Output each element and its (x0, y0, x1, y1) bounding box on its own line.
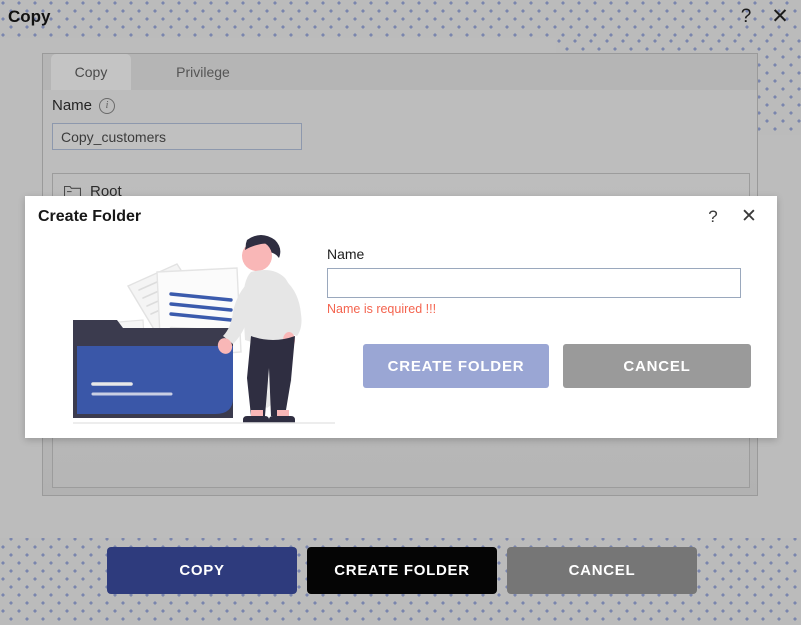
dialog-close-icon[interactable]: ✕ (737, 205, 761, 229)
tab-privilege[interactable]: Privilege (153, 54, 253, 90)
dialog-help-icon[interactable]: ? (701, 205, 725, 229)
help-icon[interactable]: ? (733, 4, 759, 30)
dialog-title: Create Folder (38, 208, 142, 225)
page-header: Copy ? ✕ (0, 0, 801, 38)
folder-name-error: Name is required !!! (327, 302, 437, 316)
create-folder-dialog: Create Folder ? ✕ Name Name is required … (25, 196, 777, 438)
name-label-row: Name i (52, 97, 116, 114)
folder-name-label: Name (327, 246, 365, 262)
page-title: Copy (8, 7, 51, 26)
tab-strip: Copy Privilege (43, 54, 757, 90)
info-icon[interactable]: i (99, 97, 116, 114)
cancel-button[interactable]: CANCEL (507, 547, 697, 594)
footer-actions: COPY CREATE FOLDER CANCEL (0, 547, 801, 595)
create-folder-form: Name Name is required !!! CREATE FOLDER … (327, 246, 757, 388)
name-label: Name (52, 97, 93, 114)
dialog-create-folder-button[interactable]: CREATE FOLDER (363, 344, 549, 388)
copy-name-input[interactable] (52, 123, 302, 150)
folder-name-input[interactable] (327, 268, 741, 298)
close-icon[interactable]: ✕ (767, 4, 793, 30)
dialog-cancel-button[interactable]: CANCEL (563, 344, 751, 388)
person-with-folder-illustration (65, 228, 343, 428)
copy-button[interactable]: COPY (107, 547, 297, 594)
create-folder-button[interactable]: CREATE FOLDER (307, 547, 497, 594)
tab-copy[interactable]: Copy (51, 54, 131, 90)
